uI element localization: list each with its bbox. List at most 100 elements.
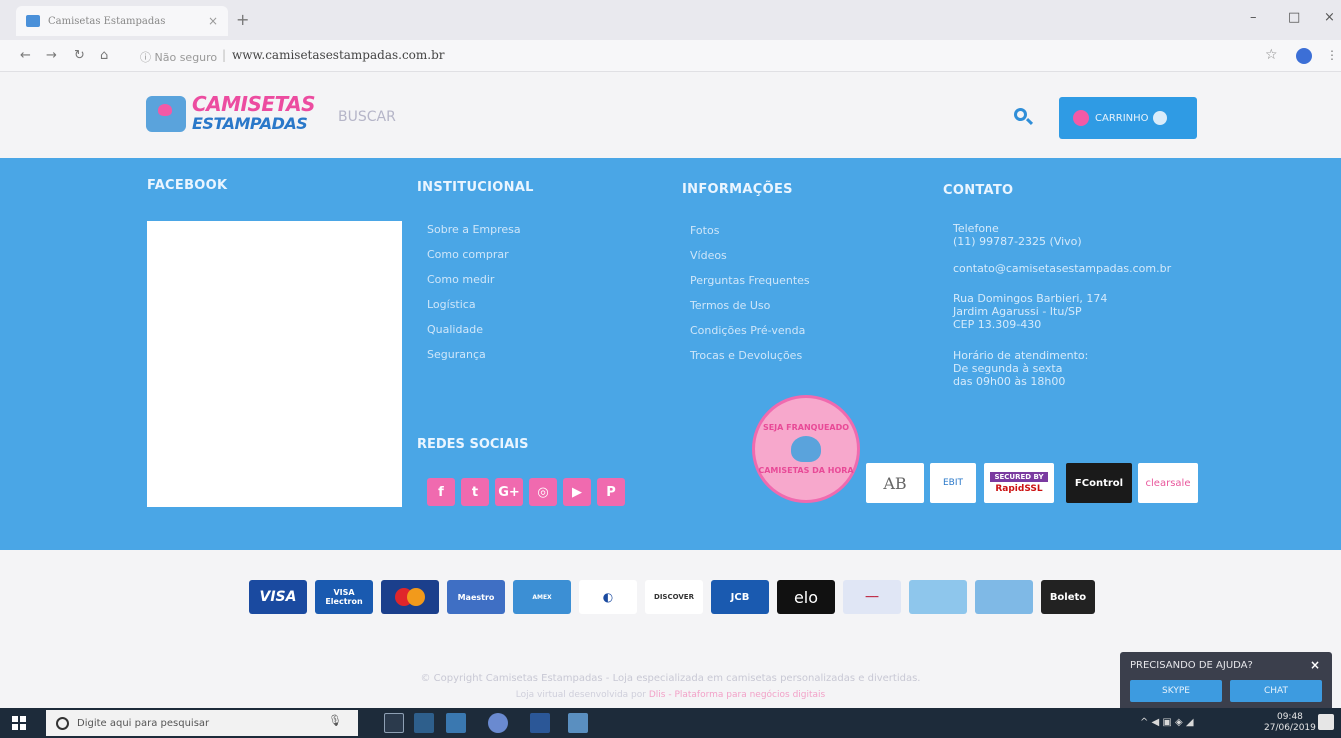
contact-email[interactable]: contato@camisetasestampadas.com.br (953, 262, 1171, 275)
phone-label: Telefone (953, 222, 999, 235)
rapidssl-top-text: SECURED BY (990, 472, 1048, 482)
youtube-icon[interactable]: ▶ (563, 478, 591, 506)
home-icon[interactable]: ⌂ (100, 48, 108, 63)
twitter-icon[interactable]: t (461, 478, 489, 506)
payment-discover: DISCOVER (645, 580, 703, 614)
cart-label: CARRINHO (1095, 112, 1149, 124)
task-view-icon[interactable] (384, 713, 404, 733)
institucional-links: Sobre a Empresa Como comprar Como medir … (427, 217, 521, 367)
search-input[interactable] (338, 104, 998, 130)
maximize-icon[interactable]: □ (1288, 10, 1300, 25)
seal-ebit[interactable]: EBIT (930, 463, 976, 503)
clock-time: 09:48 (1276, 712, 1303, 722)
chrome-app-icon[interactable] (488, 713, 508, 733)
cart-button[interactable]: CARRINHO (1059, 97, 1197, 139)
clock-date: 27/06/2019 (1264, 723, 1316, 733)
rapidssl-text: RapidSSL (995, 484, 1043, 494)
powered-prefix: Loja virtual desenvolvida por (515, 690, 646, 700)
payment-hiper (909, 580, 967, 614)
microphone-icon[interactable]: 🎙 (328, 714, 342, 727)
seal-rapidssl[interactable]: SECURED BY RapidSSL (984, 463, 1054, 503)
explorer-app-icon[interactable] (446, 713, 466, 733)
link-qualidade[interactable]: Qualidade (427, 317, 521, 342)
address-line3: CEP 13.309-430 (953, 318, 1042, 331)
link-como-comprar[interactable]: Como comprar (427, 242, 521, 267)
photos-app-icon[interactable] (414, 713, 434, 733)
payment-mastercard (381, 580, 439, 614)
menu-kebab-icon[interactable]: ⋮ (1326, 48, 1338, 62)
profile-avatar[interactable] (1296, 48, 1312, 64)
security-indicator[interactable]: ⓘ Não seguro (140, 49, 217, 65)
link-fotos[interactable]: Fotos (690, 218, 810, 243)
minimize-icon[interactable]: – (1250, 10, 1257, 25)
hours-line1: De segunda à sexta (953, 362, 1063, 375)
url-text[interactable]: www.camisetasestampadas.com.br (232, 48, 445, 62)
notification-icon[interactable] (1318, 714, 1334, 730)
help-close-icon[interactable]: × (1310, 658, 1320, 672)
forward-icon[interactable]: → (46, 48, 57, 63)
badge-top-text: SEJA FRANQUEADO (762, 423, 850, 432)
favicon-icon (26, 15, 40, 27)
search-button[interactable] (1012, 106, 1034, 128)
link-termos-uso[interactable]: Termos de Uso (690, 293, 810, 318)
link-condicoes-pre-venda[interactable]: Condições Pré-venda (690, 318, 810, 343)
seal-fcontrol[interactable]: FControl (1066, 463, 1132, 503)
informacoes-title: INFORMAÇÕES (682, 182, 793, 197)
seal-ab[interactable]: AB (866, 463, 924, 503)
window-close-icon[interactable]: × (1324, 10, 1335, 25)
facebook-title: FACEBOOK (147, 178, 228, 193)
payment-visa-electron: VISA Electron (315, 580, 373, 614)
site-logo[interactable]: CAMISETAS ESTAMPADAS (146, 90, 316, 140)
close-tab-icon[interactable]: × (208, 14, 218, 28)
contato-title: CONTATO (943, 183, 1014, 198)
chat-button[interactable]: CHAT (1230, 680, 1322, 702)
payment-hipercard: ━━━ (843, 580, 901, 614)
link-sobre-empresa[interactable]: Sobre a Empresa (427, 217, 521, 242)
word-app-icon[interactable] (530, 713, 550, 733)
pinterest-icon[interactable]: P (597, 478, 625, 506)
phone-number[interactable]: (11) 99787-2325 (Vivo) (953, 235, 1082, 248)
address-bar: ← → ↻ ⌂ ⓘ Não seguro | www.camisetasesta… (0, 40, 1341, 72)
windows-taskbar: Digite aqui para pesquisar 🎙 ^ ◀ ▣ ◈ ◢ 0… (0, 708, 1341, 738)
social-icons: f t G+ ◎ ▶ P (427, 478, 625, 506)
address-line1: Rua Domingos Barbieri, 174 (953, 292, 1108, 305)
security-label: Não seguro (154, 51, 218, 64)
url-separator: | (222, 48, 227, 62)
skype-button[interactable]: SKYPE (1130, 680, 1222, 702)
payment-diners: ◐ (579, 580, 637, 614)
seal-clearsale[interactable]: clearsale (1138, 463, 1198, 503)
taskbar-clock[interactable]: 09:48 27/06/2019 (1264, 712, 1316, 734)
link-trocas-devolucoes[interactable]: Trocas e Devoluções (690, 343, 810, 368)
windows-start-icon[interactable] (12, 716, 26, 730)
contact-address: Rua Domingos Barbieri, 174 Jardim Agarus… (953, 292, 1107, 331)
reload-icon[interactable]: ↻ (74, 48, 85, 63)
link-como-medir[interactable]: Como medir (427, 267, 521, 292)
institucional-title: INSTITUCIONAL (417, 180, 534, 195)
mascot-icon (791, 436, 821, 462)
taskbar-search[interactable]: Digite aqui para pesquisar (46, 710, 358, 736)
payment-banco (975, 580, 1033, 614)
facebook-icon[interactable]: f (427, 478, 455, 506)
paint-app-icon[interactable] (568, 713, 588, 733)
link-videos[interactable]: Vídeos (690, 243, 810, 268)
help-title: PRECISANDO DE AJUDA? (1130, 660, 1253, 671)
cart-count-badge (1152, 111, 1167, 125)
franchise-badge[interactable]: SEJA FRANQUEADO CAMISETAS DA HORA (752, 395, 860, 503)
new-tab-button[interactable]: + (236, 10, 249, 29)
browser-tab[interactable]: Camisetas Estampadas × (16, 6, 228, 36)
logo-text-line1: CAMISETAS (192, 92, 316, 116)
bookmark-star-icon[interactable]: ☆ (1265, 47, 1278, 63)
facebook-widget[interactable] (147, 221, 402, 507)
link-perguntas-frequentes[interactable]: Perguntas Frequentes (690, 268, 810, 293)
payment-elo: elo (777, 580, 835, 614)
link-seguranca[interactable]: Segurança (427, 342, 521, 367)
powered-brand-link[interactable]: Dlis - Plataforma para negócios digitais (649, 690, 825, 700)
tab-title: Camisetas Estampadas (48, 15, 166, 27)
google-plus-icon[interactable]: G+ (495, 478, 523, 506)
social-title: REDES SOCIAIS (417, 437, 529, 452)
instagram-icon[interactable]: ◎ (529, 478, 557, 506)
back-icon[interactable]: ← (20, 48, 31, 63)
link-logistica[interactable]: Logística (427, 292, 521, 317)
payment-jcb: JCB (711, 580, 769, 614)
system-tray-icons[interactable]: ^ ◀ ▣ ◈ ◢ (1140, 717, 1194, 728)
